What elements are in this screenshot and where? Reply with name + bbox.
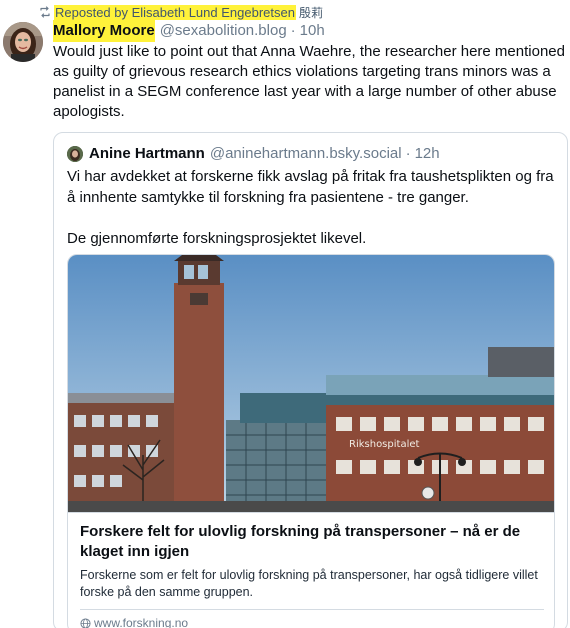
link-card-description: Forskerne som er felt for ulovlig forskn… — [80, 568, 538, 599]
quoted-paragraph-1: Vi har avdekket at forskerne fikk avslag… — [67, 168, 554, 206]
link-card[interactable]: Rikshospitalet Forskere felt for ulovlig… — [67, 254, 555, 628]
quoted-post-time[interactable]: 12h — [415, 145, 440, 162]
link-card-domain-row: www.forskning.no — [80, 616, 544, 628]
post-text: Would just like to point out that Anna W… — [53, 43, 565, 120]
repost-by-label[interactable]: Reposted by Elisabeth Lund Engebretsen — [54, 4, 296, 20]
author-name[interactable]: Mallory Moore — [53, 20, 155, 42]
building-sign: Rikshospitalet — [349, 439, 419, 450]
quoted-post-text: Vi har avdekket at forskerne fikk avslag… — [67, 167, 557, 249]
link-card-image[interactable]: Rikshospitalet — [68, 255, 554, 512]
quoted-author-name[interactable]: Anine Hartmann — [89, 145, 205, 162]
globe-icon — [80, 617, 91, 628]
repost-indicator[interactable]: Reposted by Elisabeth Lund Engebretsen 殷… — [38, 4, 323, 20]
post-author-line: Mallory Moore @sexabolition.blog · 10h — [53, 20, 568, 42]
link-card-title[interactable]: Forskere felt for ulovlig forskning på t… — [80, 522, 544, 562]
quoted-author-handle[interactable]: @aninehartmann.bsky.social — [210, 145, 402, 162]
repost-icon — [40, 6, 50, 18]
post[interactable]: Mallory Moore @sexabolition.blog · 10h W… — [53, 20, 568, 122]
link-card-divider — [80, 609, 544, 610]
quoted-post[interactable]: Anine Hartmann @aninehartmann.bsky.socia… — [53, 132, 568, 628]
quoted-author-avatar[interactable] — [67, 145, 83, 162]
author-avatar[interactable] — [3, 22, 43, 62]
quoted-author-line: Anine Hartmann @aninehartmann.bsky.socia… — [67, 145, 440, 162]
link-card-domain: www.forskning.no — [94, 616, 189, 628]
repost-by-extra: 殷莉 — [298, 5, 323, 20]
separator-dot: · — [405, 145, 411, 162]
quoted-paragraph-2: De gjennomførte forskningsprosjektet lik… — [67, 229, 367, 247]
link-card-body[interactable]: Forskere felt for ulovlig forskning på t… — [68, 512, 554, 628]
post-time[interactable]: 10h — [300, 20, 325, 42]
author-handle[interactable]: @sexabolition.blog — [160, 20, 287, 42]
separator-dot: · — [290, 22, 296, 39]
